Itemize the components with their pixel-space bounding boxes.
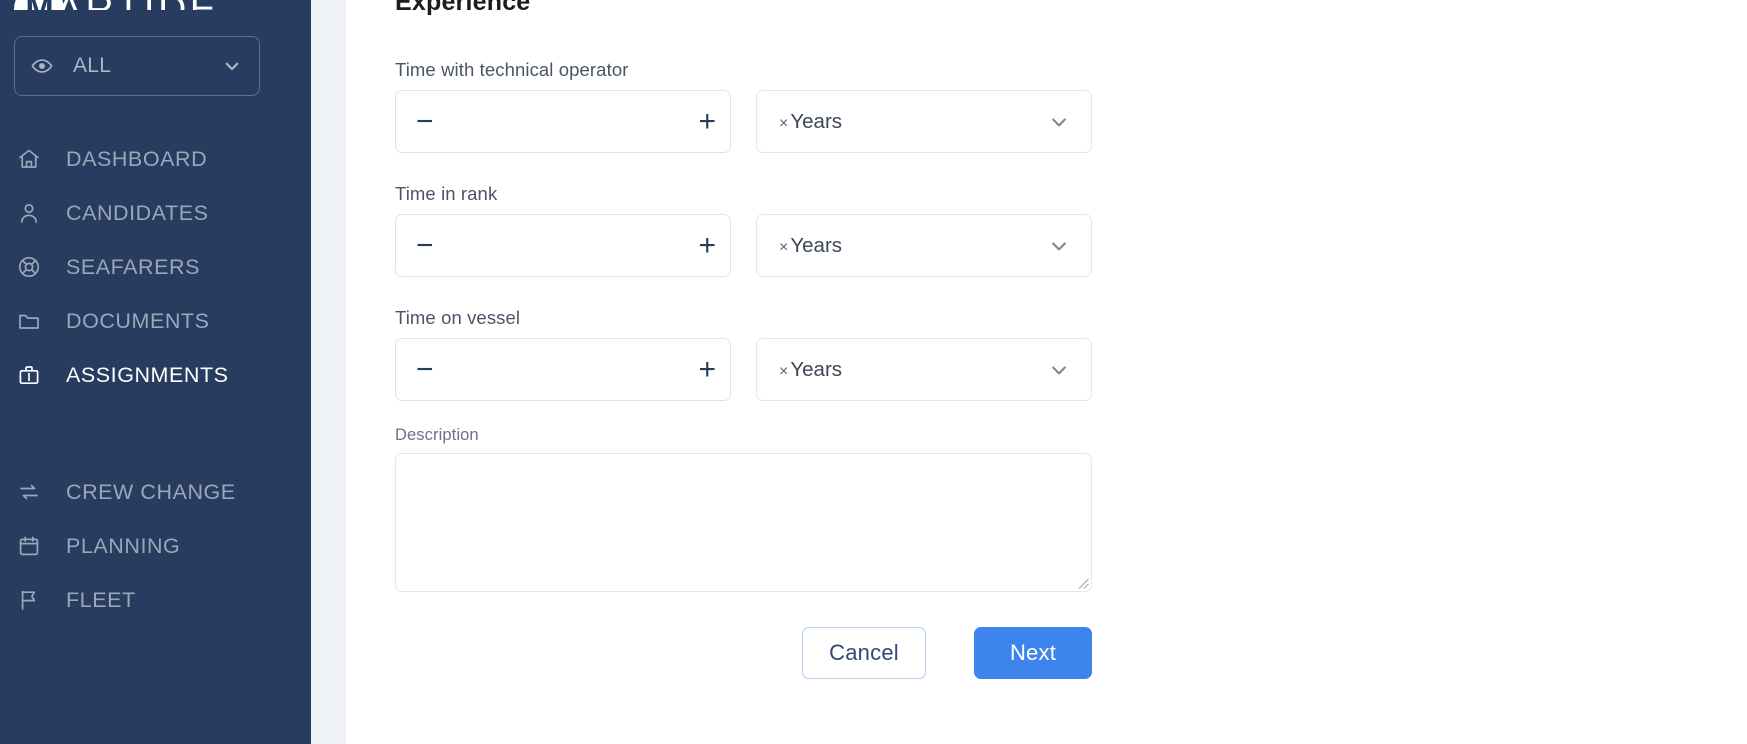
eye-icon bbox=[31, 55, 53, 77]
unit-chip-label: Years bbox=[790, 233, 843, 257]
lifebuoy-icon bbox=[16, 254, 42, 280]
exchange-icon bbox=[16, 479, 42, 505]
sidebar-item-dashboard[interactable]: DASHBOARD bbox=[10, 132, 311, 186]
sidebar-item-seafarers[interactable]: SEAFARERS bbox=[10, 240, 311, 294]
next-button[interactable]: Next bbox=[974, 627, 1092, 679]
sidebar-content-divider bbox=[311, 0, 346, 744]
user-icon bbox=[16, 200, 42, 226]
scope-selector[interactable]: ALL bbox=[14, 36, 260, 96]
experience-form: Experience Time with technical operator … bbox=[346, 0, 1526, 679]
sidebar-item-documents[interactable]: DOCUMENTS bbox=[10, 294, 311, 348]
sidebar-item-fleet[interactable]: FLEET bbox=[10, 573, 311, 627]
sidebar-item-label: DASHBOARD bbox=[66, 146, 208, 171]
increment-button[interactable]: + bbox=[699, 230, 717, 261]
brand-logo[interactable]: M ARTIDE bbox=[10, 0, 311, 10]
calendar-icon bbox=[16, 533, 42, 559]
field-label: Time on vessel bbox=[395, 307, 521, 328]
sidebar-item-crew-change[interactable]: CREW CHANGE bbox=[10, 465, 311, 519]
close-icon[interactable]: × bbox=[779, 239, 788, 256]
close-icon[interactable]: × bbox=[779, 115, 788, 132]
sidebar-item-label: PLANNING bbox=[66, 533, 181, 558]
sidebar-item-label: DOCUMENTS bbox=[66, 308, 210, 333]
sidebar-item-planning[interactable]: PLANNING bbox=[10, 519, 311, 573]
chevron-down-icon bbox=[223, 57, 241, 75]
time-in-rank-stepper[interactable]: − + bbox=[395, 214, 731, 277]
unit-chip-label: Years bbox=[790, 357, 843, 381]
time-in-rank-unit-select[interactable]: × Years bbox=[756, 214, 1092, 277]
flag-icon bbox=[16, 587, 42, 613]
sidebar-item-label: CANDIDATES bbox=[66, 200, 209, 225]
martide-logo-text: ARTIDE bbox=[56, 0, 219, 10]
unit-chip[interactable]: × Years bbox=[779, 234, 842, 258]
time-on-vessel-stepper[interactable]: − + bbox=[395, 338, 731, 401]
main-content: Experience Time with technical operator … bbox=[346, 0, 1747, 744]
field-time-with-technical-operator: Time with technical operator − + × Years bbox=[395, 59, 1526, 153]
sidebar-item-candidates[interactable]: CANDIDATES bbox=[10, 186, 311, 240]
scope-selector-value: ALL bbox=[73, 54, 112, 77]
description-label: Description bbox=[395, 426, 479, 444]
sidebar-item-label: CREW CHANGE bbox=[66, 479, 236, 504]
cancel-button[interactable]: Cancel bbox=[802, 627, 926, 679]
time-on-vessel-input[interactable] bbox=[433, 339, 699, 400]
unit-chip[interactable]: × Years bbox=[779, 110, 842, 134]
field-label: Time in rank bbox=[395, 183, 498, 204]
time-with-technical-operator-input[interactable] bbox=[433, 91, 699, 152]
chevron-down-icon[interactable] bbox=[1049, 112, 1069, 132]
chevron-down-icon[interactable] bbox=[1049, 236, 1069, 256]
description-textarea[interactable] bbox=[395, 453, 1092, 592]
decrement-button[interactable]: − bbox=[416, 354, 434, 385]
time-with-technical-operator-unit-select[interactable]: × Years bbox=[756, 90, 1092, 153]
primary-navigation: DASHBOARD CANDIDATES SEAFARERS DOCUMENTS… bbox=[10, 132, 311, 627]
folder-icon bbox=[16, 308, 42, 334]
decrement-button[interactable]: − bbox=[416, 230, 434, 261]
time-on-vessel-unit-select[interactable]: × Years bbox=[756, 338, 1092, 401]
decrement-button[interactable]: − bbox=[416, 106, 434, 137]
sidebar-item-label: ASSIGNMENTS bbox=[66, 362, 229, 387]
home-icon bbox=[16, 146, 42, 172]
increment-button[interactable]: + bbox=[699, 106, 717, 137]
close-icon[interactable]: × bbox=[779, 363, 788, 380]
form-actions: Cancel Next bbox=[395, 627, 1092, 679]
sidebar-item-label: FLEET bbox=[66, 587, 136, 612]
time-in-rank-input[interactable] bbox=[433, 215, 699, 276]
field-label: Time with technical operator bbox=[395, 59, 629, 80]
unit-chip[interactable]: × Years bbox=[779, 358, 842, 382]
sidebar-item-assignments[interactable]: ASSIGNMENTS bbox=[10, 348, 311, 402]
time-with-technical-operator-stepper[interactable]: − + bbox=[395, 90, 731, 153]
unit-chip-label: Years bbox=[790, 109, 843, 133]
sidebar: M ARTIDE ALL bbox=[0, 0, 311, 744]
sidebar-item-label: SEAFARERS bbox=[66, 254, 200, 279]
briefcase-icon bbox=[16, 362, 42, 388]
page-title: Experience bbox=[395, 0, 531, 16]
field-time-in-rank: Time in rank − + × Years bbox=[395, 183, 1526, 277]
increment-button[interactable]: + bbox=[699, 354, 717, 385]
field-time-on-vessel: Time on vessel − + × Years bbox=[395, 307, 1526, 401]
field-description: Description bbox=[395, 426, 1092, 592]
chevron-down-icon[interactable] bbox=[1049, 360, 1069, 380]
